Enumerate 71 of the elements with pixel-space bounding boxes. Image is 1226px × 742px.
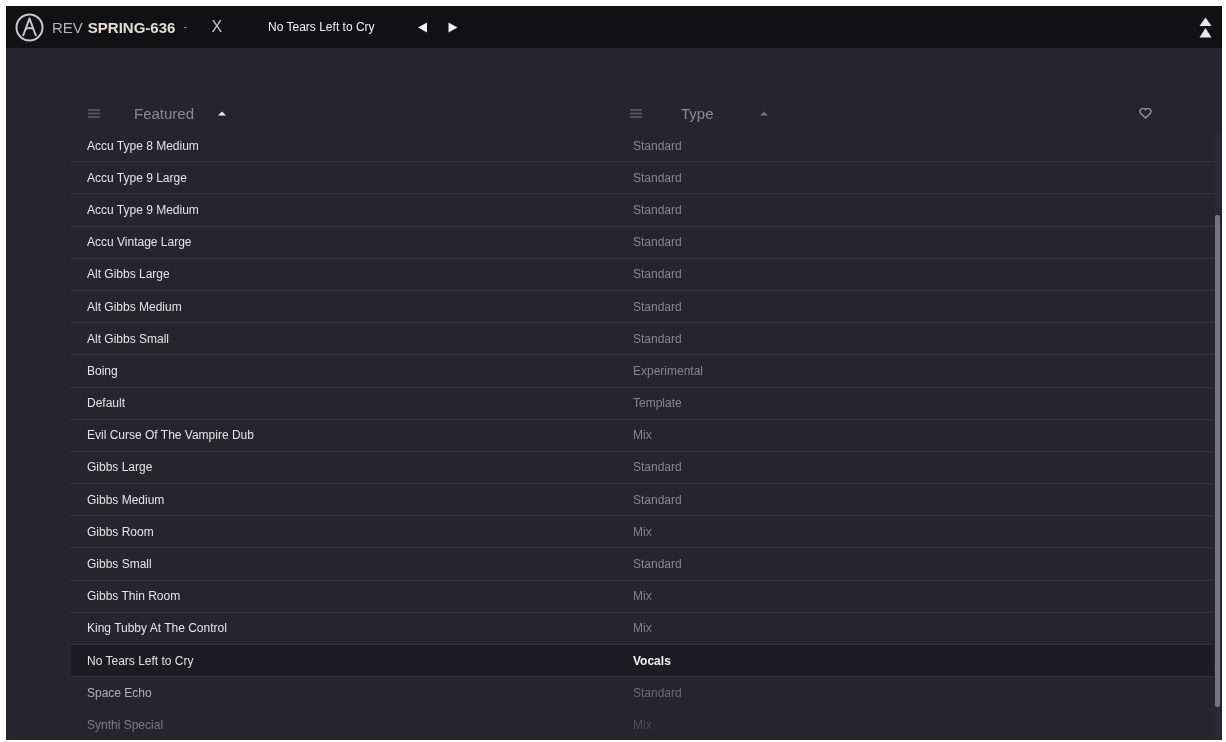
preset-name: Space Echo <box>86 685 152 700</box>
preset-type: Standard <box>633 299 682 314</box>
preset-type: Standard <box>633 170 682 185</box>
menu-icon[interactable] <box>630 108 642 118</box>
preset-row[interactable]: Boing Experimental <box>71 355 1214 388</box>
left-triangle-icon[interactable] <box>416 21 428 33</box>
preset-type: Standard <box>633 235 682 250</box>
preset-row[interactable]: Space Echo Standard <box>71 677 1214 710</box>
column-header[interactable]: Featured <box>134 104 195 122</box>
logo-icon <box>15 12 44 42</box>
preset-row[interactable]: Gibbs Medium Standard <box>71 484 1214 517</box>
preset-name: King Tubby At The Control <box>86 621 227 636</box>
preset-name: Alt Gibbs Small <box>86 331 170 346</box>
preset-name: Boing <box>86 363 118 378</box>
preset-type: Mix <box>633 524 652 539</box>
preset-name: Alt Gibbs Medium <box>86 299 182 314</box>
preset-name: Gibbs Thin Room <box>86 589 181 604</box>
preset-type: Mix <box>633 589 652 604</box>
preset-row[interactable]: No Tears Left to Cry Vocals <box>71 645 1214 678</box>
preset-row[interactable]: Gibbs Thin Room Mix <box>71 580 1214 613</box>
preset-name: Accu Type 9 Medium <box>86 202 199 217</box>
preset-type: Standard <box>633 685 682 700</box>
preset-type: Standard <box>633 492 682 507</box>
menu-icon[interactable] <box>88 108 100 118</box>
preset-type: Standard <box>633 267 682 282</box>
preset-row[interactable]: Gibbs Small Standard <box>71 548 1214 581</box>
scrollbar-track[interactable] <box>1215 130 1220 740</box>
preset-row[interactable]: Accu Vintage Large Standard <box>71 226 1214 259</box>
heart-icon[interactable] <box>1139 107 1152 119</box>
preset-row[interactable]: Accu Type 9 Medium Standard <box>71 194 1214 227</box>
preset-name: Gibbs Room <box>86 524 154 539</box>
double-triangle-icon[interactable] <box>1199 16 1212 38</box>
preset-type: Mix <box>633 428 652 443</box>
preset-row[interactable]: Accu Type 8 Medium Standard <box>71 130 1214 163</box>
preset-name: Gibbs Large <box>86 460 153 475</box>
preset-type: Vocals <box>633 653 671 668</box>
preset-row[interactable]: Gibbs Room Mix <box>71 516 1214 549</box>
preset-row[interactable]: Default Template <box>71 387 1214 420</box>
preset-row[interactable]: Evil Curse Of The Vampire Dub Mix <box>71 419 1214 452</box>
preset-name: Evil Curse Of The Vampire Dub <box>86 428 254 443</box>
preset-name: Accu Vintage Large <box>86 235 192 250</box>
preset-name: Default <box>86 396 126 411</box>
brand-label: REV <box>52 18 83 36</box>
preset-name: Synthi Special <box>86 717 164 732</box>
preset-name: Alt Gibbs Large <box>86 267 170 282</box>
menu-mark[interactable]: - <box>183 20 188 34</box>
preset-type: Template <box>633 396 682 411</box>
preset-name: Gibbs Medium <box>86 492 165 507</box>
preset-type: Standard <box>633 460 682 475</box>
scrollbar-thumb[interactable] <box>1215 215 1220 707</box>
sort-caret-icon[interactable] <box>218 110 227 116</box>
preset-type: Standard <box>633 331 682 346</box>
preset-row[interactable]: Alt Gibbs Small Standard <box>71 323 1214 356</box>
preset-name: Accu Type 8 Medium <box>86 138 199 153</box>
current-preset-name[interactable]: No Tears Left to Cry <box>268 20 375 34</box>
preset-type: Standard <box>633 202 682 217</box>
preset-type: Standard <box>633 138 682 153</box>
preset-type: Standard <box>633 557 682 572</box>
preset-row[interactable]: Alt Gibbs Medium Standard <box>71 290 1214 324</box>
product-name: SPRING-636 <box>87 18 176 36</box>
preset-type: Experimental <box>633 363 704 378</box>
preset-name: Gibbs Small <box>86 557 152 572</box>
preset-name: No Tears Left to Cry <box>86 653 194 668</box>
preset-type: Mix <box>633 621 652 636</box>
column-header[interactable]: Type <box>681 104 714 122</box>
preset-row[interactable]: Alt Gibbs Large Standard <box>71 258 1214 291</box>
preset-row[interactable]: Gibbs Large Standard <box>71 451 1214 485</box>
close-button[interactable]: X <box>211 18 223 36</box>
right-triangle-icon[interactable] <box>447 21 458 33</box>
preset-row[interactable]: Accu Type 9 Large Standard <box>71 162 1214 195</box>
preset-name: Accu Type 9 Large <box>86 170 187 185</box>
